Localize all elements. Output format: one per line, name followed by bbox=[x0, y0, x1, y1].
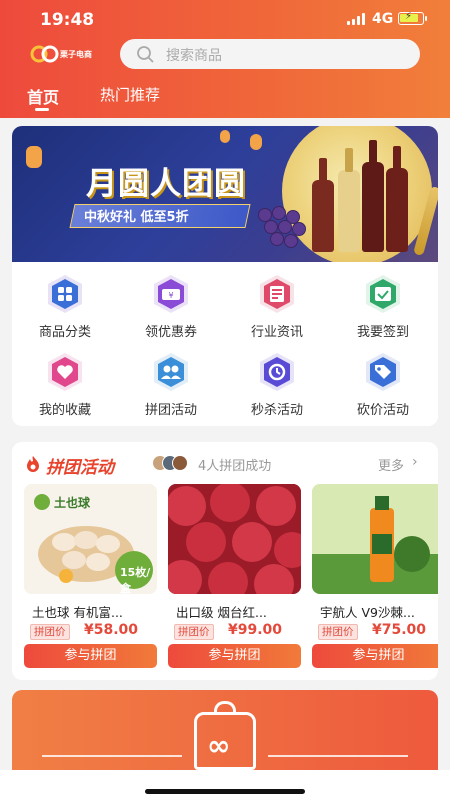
wine-bottle-icon bbox=[312, 158, 334, 252]
app-logo[interactable]: 栗子电商 bbox=[30, 44, 108, 64]
group-buy-header: 拼团活动 4人拼团成功 更多 › bbox=[12, 442, 438, 482]
product-brand: 土也球 bbox=[54, 496, 91, 510]
join-group-button[interactable]: 参与拼团 bbox=[168, 644, 301, 668]
avatar bbox=[172, 455, 188, 471]
menu-item-news[interactable]: 行业资讯 bbox=[224, 274, 330, 344]
menu-item-coupons[interactable]: ¥ 领优惠券 bbox=[118, 274, 224, 344]
menu-item-flash-sale[interactable]: 秒杀活动 bbox=[224, 352, 330, 422]
app-screen: 19:48 4G ⚡ 栗子电商 搜索商品 首页 热门推荐 月圆人团圆 中秋好礼 … bbox=[0, 0, 450, 800]
menu-label: 我要签到 bbox=[356, 325, 409, 340]
calendar-check-icon bbox=[366, 275, 400, 313]
price-label: 拼团价 bbox=[30, 624, 70, 640]
menu-item-group-buy[interactable]: 拼团活动 bbox=[118, 352, 224, 422]
home-main-card: 月圆人团圆 中秋好礼 低至5折 商品分类 ¥ 领优惠券 行业资讯 我要签到 我的… bbox=[12, 126, 438, 426]
product-image-eggs[interactable]: 土也球 15枚/盒 bbox=[24, 484, 157, 594]
menu-label: 拼团活动 bbox=[144, 403, 197, 418]
product-card[interactable]: 宇航人 V9沙棘... 拼团价 ¥75.00 参与拼团 bbox=[312, 484, 438, 668]
bottom-promo-banner[interactable]: ∞ bbox=[12, 690, 438, 770]
group-users-icon bbox=[154, 353, 188, 391]
search-placeholder: 搜索商品 bbox=[166, 48, 222, 64]
active-tab-indicator bbox=[35, 108, 49, 111]
banner-subtitle: 中秋好礼 低至5折 bbox=[84, 210, 189, 225]
menu-item-bargain[interactable]: 砍价活动 bbox=[330, 352, 436, 422]
divider-line bbox=[42, 755, 182, 757]
product-name: 出口级 烟台红... bbox=[176, 605, 267, 620]
product-name: 土也球 有机富... bbox=[32, 605, 123, 620]
group-success-text: 4人拼团成功 bbox=[198, 459, 272, 474]
product-badge: 15枚/盒 bbox=[120, 566, 151, 594]
join-group-button[interactable]: 参与拼团 bbox=[312, 644, 438, 668]
banner-title: 月圆人团圆 bbox=[86, 166, 246, 202]
price-label: 拼团价 bbox=[174, 624, 214, 640]
search-bar[interactable]: 搜索商品 bbox=[120, 39, 420, 69]
wine-bottle-icon bbox=[338, 148, 360, 252]
battery-icon: ⚡ bbox=[398, 11, 427, 25]
grid-apps-icon bbox=[48, 275, 82, 313]
menu-item-favorites[interactable]: 我的收藏 bbox=[12, 352, 118, 422]
tab-hot-recommend[interactable]: 热门推荐 bbox=[100, 84, 160, 105]
coupon-ticket-icon: ¥ bbox=[154, 275, 188, 313]
product-price: ¥58.00 bbox=[84, 622, 139, 638]
logo-text: 栗子电商 bbox=[60, 50, 92, 59]
status-time: 19:48 bbox=[40, 10, 95, 30]
group-buy-title: 拼团活动 bbox=[46, 458, 114, 478]
quick-menu-grid: 商品分类 ¥ 领优惠券 行业资讯 我要签到 我的收藏 拼团活动 秒杀活动 砍价活… bbox=[12, 274, 438, 424]
join-group-button[interactable]: 参与拼团 bbox=[24, 644, 157, 668]
group-buy-section: 拼团活动 4人拼团成功 更多 › 土也球 15枚/盒 土也球 有机富... 拼团… bbox=[12, 442, 438, 680]
price-tag-icon bbox=[366, 353, 400, 391]
menu-item-category[interactable]: 商品分类 bbox=[12, 274, 118, 344]
product-card[interactable]: 出口级 烟台红... 拼团价 ¥99.00 参与拼团 bbox=[168, 484, 301, 668]
heart-icon bbox=[48, 353, 82, 391]
product-price: ¥99.00 bbox=[228, 622, 283, 638]
price-label: 拼团价 bbox=[318, 624, 358, 640]
grapes-graphic bbox=[248, 206, 308, 250]
menu-label: 我的收藏 bbox=[38, 403, 91, 418]
flash-sale-icon bbox=[260, 353, 294, 391]
product-image-apples[interactable] bbox=[168, 484, 301, 594]
menu-label: 行业资讯 bbox=[250, 325, 303, 340]
lantern-icon bbox=[26, 146, 42, 168]
wine-bottle-icon bbox=[362, 140, 384, 252]
tab-home[interactable]: 首页 bbox=[27, 84, 59, 108]
status-bar: 19:48 4G ⚡ bbox=[0, 0, 450, 36]
home-indicator[interactable] bbox=[145, 789, 305, 794]
wine-bottle-icon bbox=[386, 146, 408, 252]
apples-image bbox=[168, 484, 301, 594]
search-icon bbox=[137, 46, 154, 63]
menu-label: 秒杀活动 bbox=[250, 403, 303, 418]
bottom-safe-area bbox=[0, 770, 450, 800]
product-name: 宇航人 V9沙棘... bbox=[320, 605, 415, 620]
network-type: 4G bbox=[372, 11, 394, 27]
signal-icon bbox=[347, 13, 367, 25]
product-card[interactable]: 土也球 15枚/盒 土也球 有机富... 拼团价 ¥58.00 参与拼团 bbox=[24, 484, 157, 668]
lantern-icon bbox=[250, 134, 262, 150]
fire-icon bbox=[27, 456, 39, 472]
menu-label: 领优惠券 bbox=[144, 325, 197, 340]
menu-label: 砍价活动 bbox=[356, 403, 409, 418]
promo-banner[interactable]: 月圆人团圆 中秋好礼 低至5折 bbox=[12, 126, 438, 262]
logo-mark-icon bbox=[30, 45, 59, 63]
menu-label: 商品分类 bbox=[38, 325, 91, 340]
chevron-right-icon[interactable]: › bbox=[412, 454, 418, 470]
lantern-icon bbox=[220, 130, 230, 143]
top-tabs: 首页 热门推荐 bbox=[0, 84, 450, 114]
menu-item-checkin[interactable]: 我要签到 bbox=[330, 274, 436, 344]
avatar-stack bbox=[152, 455, 192, 471]
shopping-bag-icon: ∞ bbox=[194, 701, 256, 770]
news-icon bbox=[260, 275, 294, 313]
product-price: ¥75.00 bbox=[372, 622, 427, 638]
svg-text:¥: ¥ bbox=[168, 291, 173, 300]
divider-line bbox=[268, 755, 408, 757]
product-image-juice[interactable] bbox=[312, 484, 438, 594]
header: 19:48 4G ⚡ 栗子电商 搜索商品 首页 热门推荐 bbox=[0, 0, 450, 118]
more-link[interactable]: 更多 bbox=[378, 455, 404, 474]
juice-bottle-image bbox=[312, 484, 438, 594]
